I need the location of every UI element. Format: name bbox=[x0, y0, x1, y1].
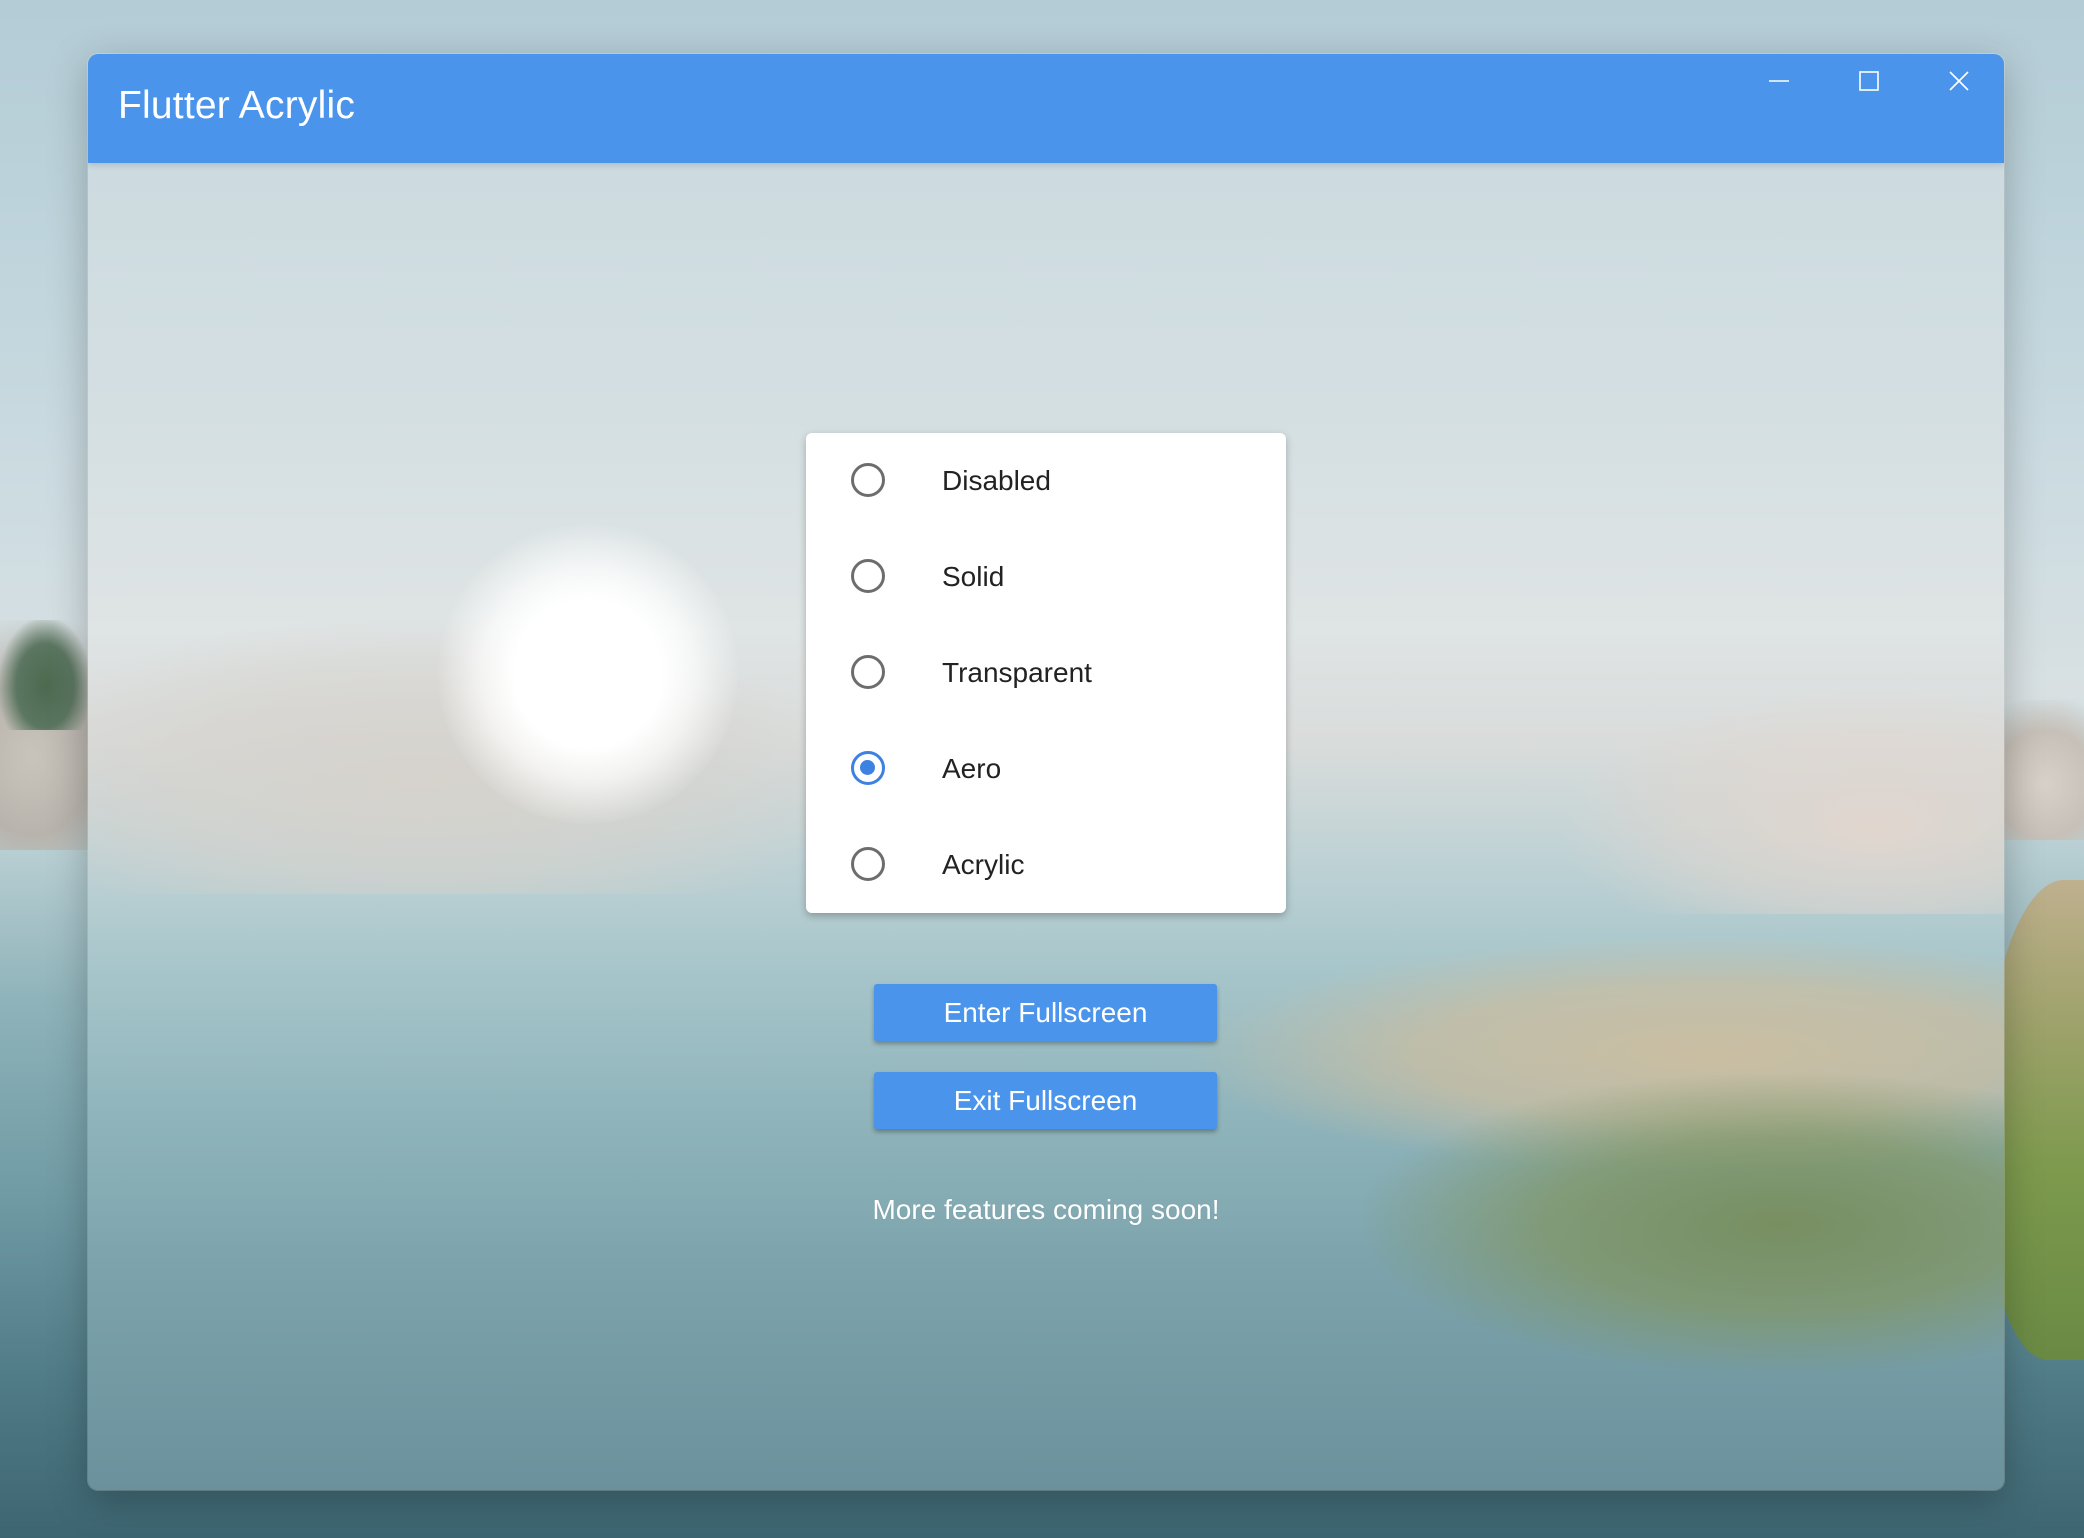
footer-note: More features coming soon! bbox=[872, 1194, 1220, 1225]
radio-option-aero[interactable]: Aero bbox=[806, 721, 1286, 817]
scenery-grass bbox=[1364, 1074, 2004, 1374]
radio-option-solid[interactable]: Solid bbox=[806, 529, 1286, 625]
close-button[interactable] bbox=[1914, 54, 2004, 108]
minimize-button[interactable] bbox=[1734, 54, 1824, 108]
radio-option-acrylic[interactable]: Acrylic bbox=[806, 817, 1286, 913]
scenery-trees-left bbox=[0, 620, 90, 730]
exit-fullscreen-button[interactable]: Exit Fullscreen bbox=[874, 1072, 1217, 1129]
maximize-icon bbox=[1859, 71, 1879, 91]
scenery-sun bbox=[438, 524, 738, 824]
radio-button[interactable] bbox=[851, 655, 885, 689]
radio-label: Disabled bbox=[942, 465, 1051, 496]
close-icon bbox=[1949, 71, 1969, 91]
scenery-haze-right bbox=[1564, 694, 2004, 914]
window-title: Flutter Acrylic bbox=[118, 84, 356, 127]
maximize-button[interactable] bbox=[1824, 54, 1914, 108]
radio-label: Solid bbox=[942, 561, 1005, 592]
radio-button[interactable] bbox=[851, 847, 885, 881]
title-bar[interactable]: Flutter Acrylic bbox=[88, 54, 2004, 163]
radio-label: Transparent bbox=[942, 657, 1092, 688]
radio-button-selected[interactable] bbox=[851, 751, 885, 785]
radio-option-disabled[interactable]: Disabled bbox=[806, 433, 1286, 529]
radio-button[interactable] bbox=[851, 559, 885, 593]
minimize-icon bbox=[1769, 80, 1789, 82]
radio-button[interactable] bbox=[851, 463, 885, 497]
desktop-background: Flutter Acrylic Disabled Solid Transpare… bbox=[0, 0, 2084, 1538]
radio-label: Aero bbox=[942, 753, 1002, 784]
enter-fullscreen-button[interactable]: Enter Fullscreen bbox=[874, 984, 1217, 1041]
radio-label: Acrylic bbox=[942, 849, 1025, 880]
radio-option-transparent[interactable]: Transparent bbox=[806, 625, 1286, 721]
app-window: Flutter Acrylic Disabled Solid Transpare… bbox=[88, 54, 2004, 1490]
effect-radio-group: Disabled Solid Transparent Aero Acrylic bbox=[806, 433, 1286, 913]
